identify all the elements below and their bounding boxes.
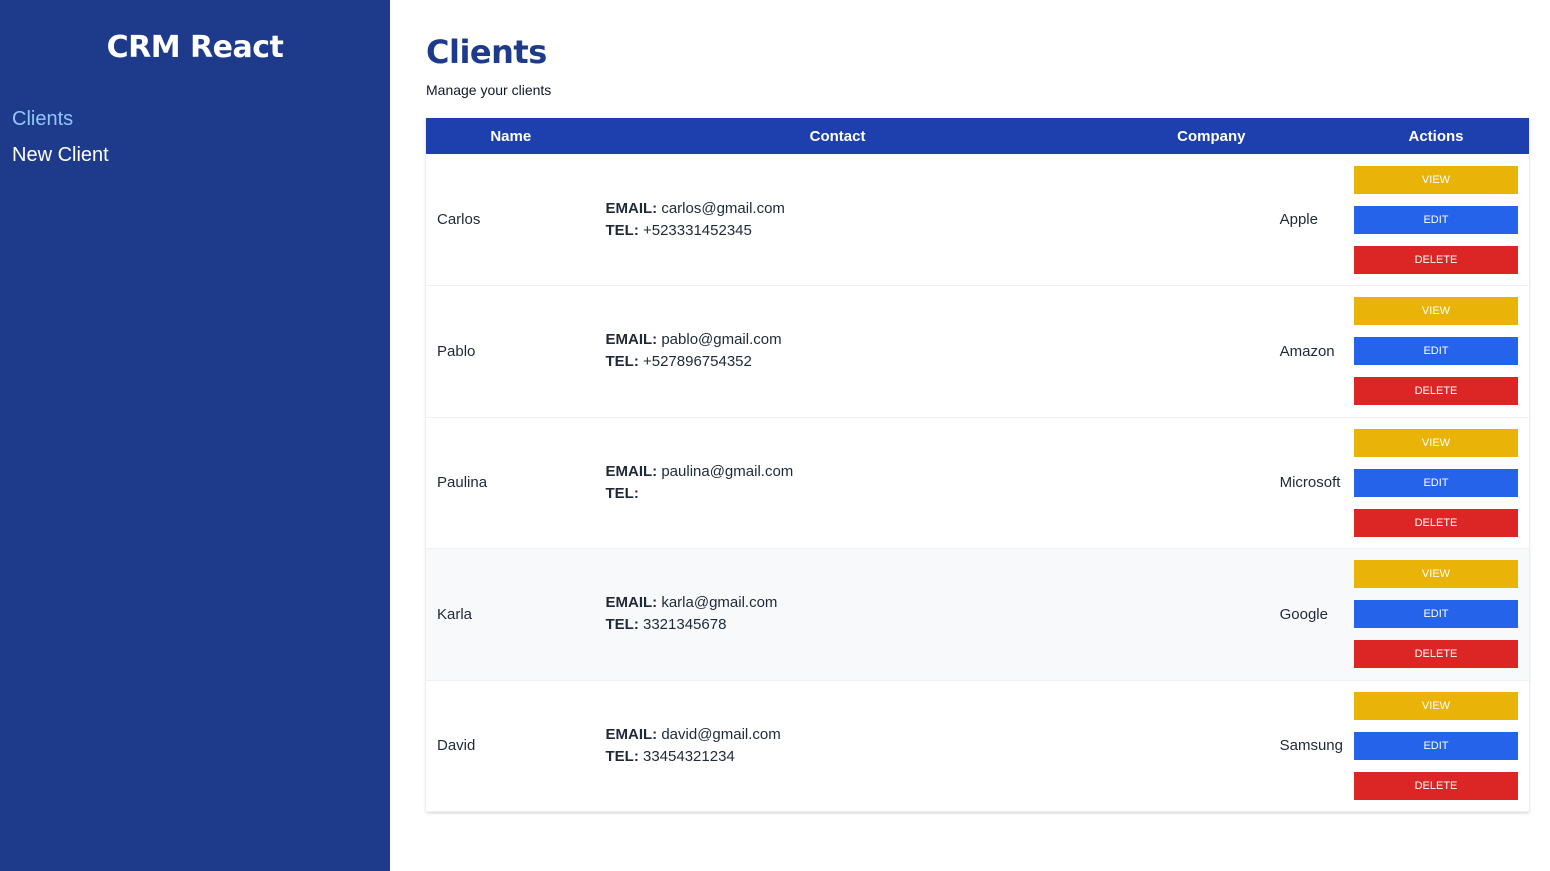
- client-company: Google: [1279, 605, 1328, 623]
- sidebar-nav: Clients New Client: [12, 101, 390, 173]
- client-tel: 3321345678: [642, 616, 727, 634]
- row-actions: VIEW EDIT DELETE: [1343, 680, 1529, 812]
- client-email: pablo@gmail.com: [661, 331, 782, 349]
- client-tel: 33454321234: [642, 747, 735, 765]
- view-button[interactable]: VIEW: [1353, 691, 1518, 720]
- edit-button[interactable]: EDIT: [1353, 600, 1518, 629]
- tel-label: TEL:: [605, 747, 639, 765]
- tel-label: TEL:: [605, 353, 639, 371]
- nav-link-new-client[interactable]: New Client: [12, 137, 390, 173]
- client-name: David: [437, 737, 476, 755]
- page-title: Clients: [426, 33, 547, 71]
- view-button[interactable]: VIEW: [1353, 165, 1518, 194]
- client-name: Paulina: [437, 474, 488, 492]
- tel-label: TEL:: [605, 484, 639, 502]
- row-actions: VIEW EDIT DELETE: [1343, 417, 1529, 549]
- client-tel: +523331452345: [642, 221, 752, 239]
- email-label: EMAIL:: [605, 199, 658, 217]
- row-actions: VIEW EDIT DELETE: [1343, 286, 1529, 418]
- client-email: david@gmail.com: [661, 725, 781, 743]
- client-company: Microsoft: [1279, 474, 1341, 492]
- sidebar: CRM React Clients New Client: [0, 0, 390, 871]
- client-name: Karla: [437, 605, 473, 623]
- client-name: Pablo: [437, 342, 476, 360]
- delete-button[interactable]: DELETE: [1353, 508, 1518, 537]
- delete-button[interactable]: DELETE: [1353, 640, 1518, 669]
- client-contact: EMAIL: pablo@gmail.com TEL: +52789675435…: [595, 286, 1079, 418]
- clients-table: Name Contact Company Actions Carlos EMAI…: [426, 118, 1529, 812]
- table-row: Carlos EMAIL: carlos@gmail.com TEL: +523…: [426, 154, 1529, 286]
- row-actions: VIEW EDIT DELETE: [1343, 154, 1529, 286]
- client-company: Apple: [1279, 211, 1318, 228]
- delete-button[interactable]: DELETE: [1353, 245, 1518, 274]
- nav-link-clients[interactable]: Clients: [12, 101, 390, 137]
- column-header-contact: Contact: [809, 127, 866, 145]
- column-header-name: Name: [490, 127, 532, 145]
- client-email: paulina@gmail.com: [661, 462, 794, 480]
- tel-label: TEL:: [605, 616, 639, 634]
- row-actions: VIEW EDIT DELETE: [1343, 549, 1529, 681]
- delete-button[interactable]: DELETE: [1353, 771, 1518, 800]
- table-row: Karla EMAIL: karla@gmail.com TEL: 332134…: [426, 548, 1529, 681]
- brand-title: CRM React: [106, 30, 284, 65]
- view-button[interactable]: VIEW: [1353, 297, 1518, 326]
- client-email: karla@gmail.com: [661, 594, 778, 612]
- table-row: David EMAIL: david@gmail.com TEL: 334543…: [426, 680, 1529, 812]
- column-header-actions: Actions: [1408, 127, 1464, 145]
- table-body: Carlos EMAIL: carlos@gmail.com TEL: +523…: [426, 154, 1529, 812]
- email-label: EMAIL:: [605, 594, 658, 612]
- client-email: carlos@gmail.com: [661, 199, 785, 217]
- client-tel: +527896754352: [642, 353, 752, 371]
- client-contact: EMAIL: karla@gmail.com TEL: 3321345678: [595, 549, 1079, 681]
- tel-label: TEL:: [605, 221, 639, 239]
- table-row: Pablo EMAIL: pablo@gmail.com TEL: +52789…: [426, 286, 1529, 418]
- email-label: EMAIL:: [605, 331, 658, 349]
- client-name: Carlos: [437, 211, 481, 228]
- edit-button[interactable]: EDIT: [1353, 731, 1518, 760]
- client-contact: EMAIL: david@gmail.com TEL: 33454321234: [595, 680, 1079, 812]
- view-button[interactable]: VIEW: [1353, 560, 1518, 589]
- table-header: Name Contact Company Actions: [426, 118, 1529, 154]
- client-company: Samsung: [1279, 737, 1343, 755]
- delete-button[interactable]: DELETE: [1353, 377, 1518, 406]
- app: CRM React Clients New Client Clients Man…: [0, 0, 1550, 871]
- client-contact: EMAIL: carlos@gmail.com TEL: +5233314523…: [595, 154, 1079, 286]
- edit-button[interactable]: EDIT: [1353, 205, 1518, 234]
- page-subtitle: Manage your clients: [426, 82, 552, 98]
- edit-button[interactable]: EDIT: [1353, 337, 1518, 366]
- email-label: EMAIL:: [605, 725, 658, 743]
- main-content: Clients Manage your clients Name Contact…: [390, 0, 1550, 871]
- view-button[interactable]: VIEW: [1353, 428, 1518, 457]
- edit-button[interactable]: EDIT: [1353, 468, 1518, 497]
- client-contact: EMAIL: paulina@gmail.com TEL:: [595, 417, 1079, 549]
- table-row: Paulina EMAIL: paulina@gmail.com TEL: Mi…: [426, 417, 1529, 549]
- column-header-company: Company: [1177, 127, 1246, 145]
- email-label: EMAIL:: [605, 462, 658, 480]
- client-company: Amazon: [1279, 342, 1335, 360]
